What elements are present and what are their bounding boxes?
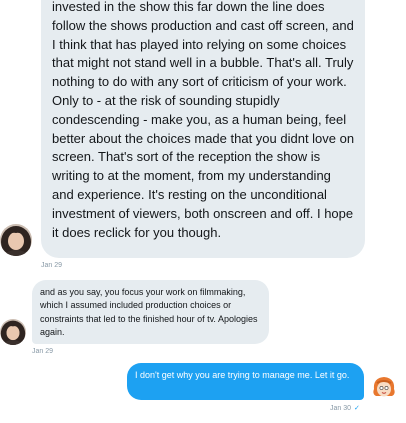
message-bubble-incoming[interactable]: and as you say, you focus your work on f… xyxy=(32,280,269,344)
message-timestamp: Jan 29 xyxy=(41,262,63,267)
message-timestamp: Jan 30 xyxy=(330,405,352,412)
message-text: I don't get why you are trying to manage… xyxy=(135,370,350,380)
check-icon: ✓ xyxy=(354,405,360,412)
own-avatar-icon[interactable] xyxy=(371,375,397,401)
message-bubble-outgoing[interactable]: I don't get why you are trying to manage… xyxy=(127,363,364,400)
user-avatar-icon[interactable] xyxy=(0,319,26,345)
message-text: and as you say, you focus your work on f… xyxy=(40,287,258,337)
user-avatar-icon[interactable] xyxy=(0,224,32,256)
message-bubble-incoming[interactable]: invested in the show this far down the l… xyxy=(41,0,365,258)
message-timestamp: Jan 29 xyxy=(32,348,54,355)
message-meta: Jan 30 ✓ xyxy=(330,404,360,413)
message-text: invested in the show this far down the l… xyxy=(52,0,355,240)
